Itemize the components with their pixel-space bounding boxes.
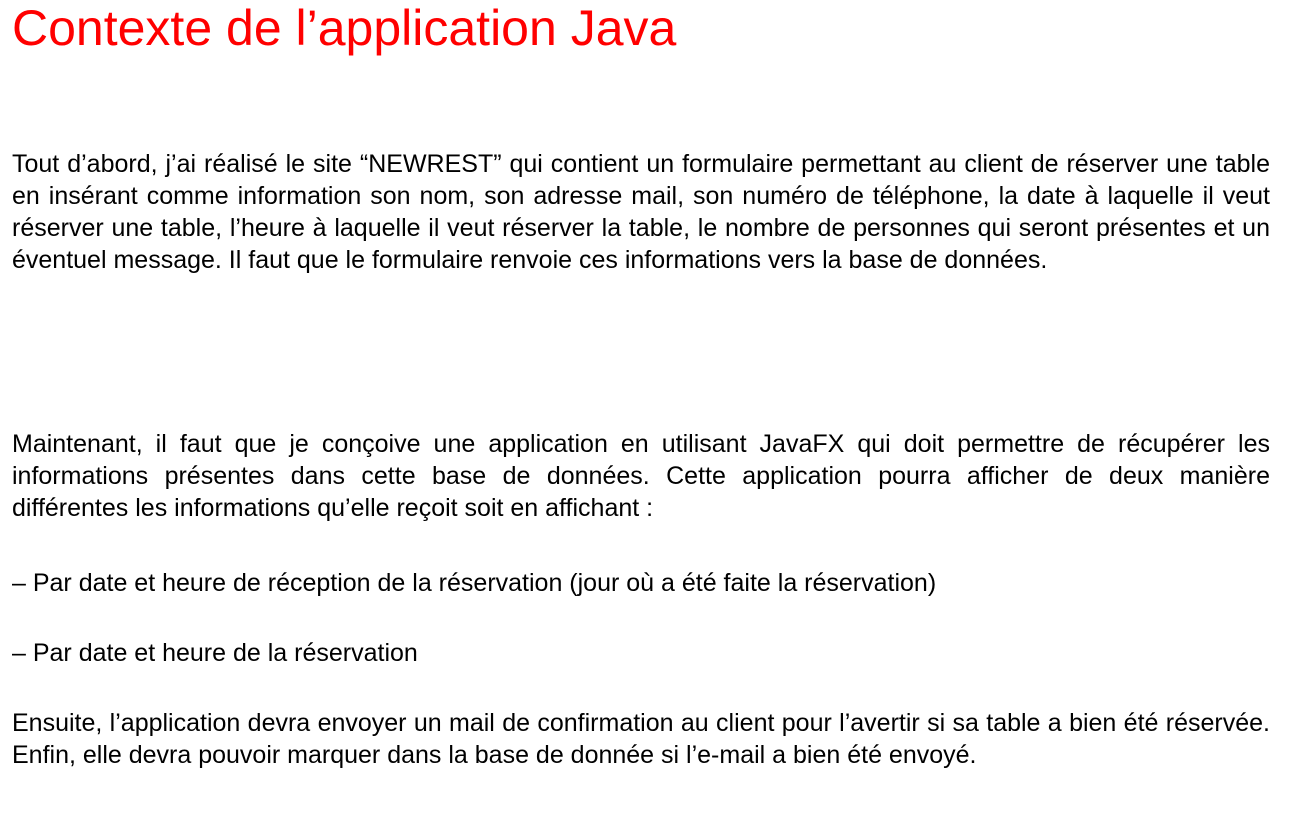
application-paragraph: Maintenant, il faut que je conçoive une … [12,430,1270,522]
intro-paragraph: Tout d’abord, j’ai réalisé le site “NEWR… [12,150,1270,274]
list-item-reception-date: – Par date et heure de réception de la r… [12,569,937,597]
slide: Contexte de l’application Java Tout d’ab… [0,0,1302,830]
slide-title: Contexte de l’application Java [12,0,677,56]
list-item-reservation-date: – Par date et heure de la réservation [12,639,418,667]
closing-paragraph: Ensuite, l’application devra envoyer un … [12,709,1270,769]
